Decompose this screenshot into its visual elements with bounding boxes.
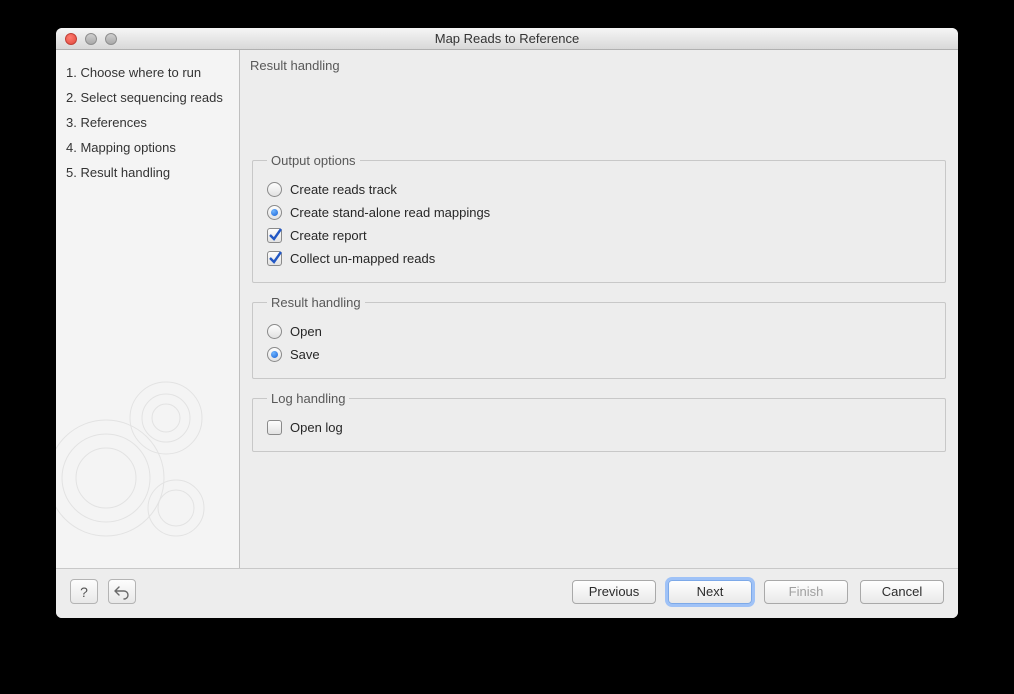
option-label: Create report <box>290 228 367 243</box>
output-options-group: Output options Create reads track Create… <box>252 153 946 283</box>
button-label: Previous <box>589 584 640 599</box>
wizard-step[interactable]: 3. References <box>64 110 231 135</box>
radio-icon[interactable] <box>267 182 282 197</box>
group-legend: Output options <box>267 153 360 168</box>
help-icon: ? <box>80 584 88 600</box>
option-label: Save <box>290 347 320 362</box>
cancel-button[interactable]: Cancel <box>860 580 944 604</box>
wizard-step[interactable]: 2. Select sequencing reads <box>64 85 231 110</box>
result-handling-group: Result handling Open Save <box>252 295 946 379</box>
window-title: Map Reads to Reference <box>56 31 958 46</box>
panel-title: Result handling <box>240 50 958 79</box>
wizard-main-panel: Result handling Output options Create re… <box>240 50 958 568</box>
previous-button[interactable]: Previous <box>572 580 656 604</box>
wizard-step[interactable]: 4. Mapping options <box>64 135 231 160</box>
wizard-steps-list: 1. Choose where to run 2. Select sequenc… <box>64 60 231 185</box>
checkbox-icon[interactable] <box>267 251 282 266</box>
option-label: Collect un-mapped reads <box>290 251 435 266</box>
button-label: Cancel <box>882 584 922 599</box>
decorative-spiral-icon <box>56 358 240 568</box>
radio-icon[interactable] <box>267 347 282 362</box>
option-collect-unmapped[interactable]: Collect un-mapped reads <box>267 247 931 270</box>
option-label: Open <box>290 324 322 339</box>
option-label: Open log <box>290 420 343 435</box>
option-label: Create stand-alone read mappings <box>290 205 490 220</box>
option-save[interactable]: Save <box>267 343 931 366</box>
option-open[interactable]: Open <box>267 320 931 343</box>
wizard-step[interactable]: 1. Choose where to run <box>64 60 231 85</box>
footer-right: Previous Next Finish Cancel <box>572 580 944 604</box>
reset-button[interactable] <box>108 579 136 604</box>
button-label: Finish <box>789 584 824 599</box>
wizard-sidebar: 1. Choose where to run 2. Select sequenc… <box>56 50 240 568</box>
group-legend: Log handling <box>267 391 349 406</box>
option-create-reads-track[interactable]: Create reads track <box>267 178 931 201</box>
window-controls <box>56 33 117 45</box>
next-button[interactable]: Next <box>668 580 752 604</box>
wizard-step[interactable]: 5. Result handling <box>64 160 231 185</box>
titlebar: Map Reads to Reference <box>56 28 958 50</box>
minimize-icon[interactable] <box>85 33 97 45</box>
radio-icon[interactable] <box>267 205 282 220</box>
dialog-content: 1. Choose where to run 2. Select sequenc… <box>56 50 958 568</box>
finish-button: Finish <box>764 580 848 604</box>
close-icon[interactable] <box>65 33 77 45</box>
button-label: Next <box>697 584 724 599</box>
undo-arrow-icon <box>114 584 130 600</box>
zoom-icon[interactable] <box>105 33 117 45</box>
footer-left: ? <box>70 579 136 604</box>
panel-body: Output options Create reads track Create… <box>240 79 958 568</box>
group-legend: Result handling <box>267 295 365 310</box>
help-button[interactable]: ? <box>70 579 98 604</box>
option-open-log[interactable]: Open log <box>267 416 931 439</box>
option-label: Create reads track <box>290 182 397 197</box>
option-create-report[interactable]: Create report <box>267 224 931 247</box>
checkbox-icon[interactable] <box>267 420 282 435</box>
log-handling-group: Log handling Open log <box>252 391 946 452</box>
option-standalone-mappings[interactable]: Create stand-alone read mappings <box>267 201 931 224</box>
checkbox-icon[interactable] <box>267 228 282 243</box>
dialog-window: Map Reads to Reference 1. Choose where t… <box>56 28 958 618</box>
radio-icon[interactable] <box>267 324 282 339</box>
dialog-footer: ? Previous Next Finish Cancel <box>56 568 958 618</box>
